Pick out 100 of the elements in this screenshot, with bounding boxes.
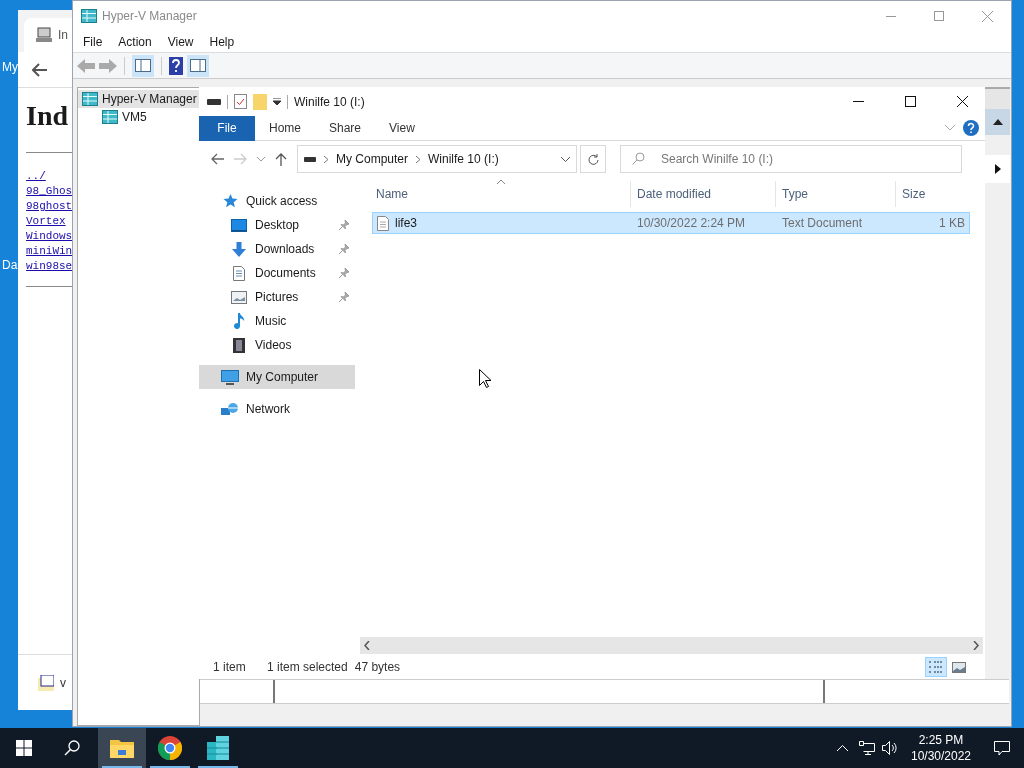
menu-item[interactable]: View [159, 32, 202, 51]
details-view-button[interactable] [925, 657, 947, 677]
file-link[interactable]: Vortex [26, 214, 66, 229]
text-file-icon [377, 215, 389, 231]
search-field[interactable]: Search Winilfe 10 (I:) [620, 145, 962, 173]
nav-item[interactable]: Music [199, 309, 355, 333]
clock[interactable]: 2:25 PM 10/30/2022 [902, 732, 980, 764]
details-list-icon [929, 661, 943, 673]
nav-item[interactable]: Pictures [199, 285, 355, 309]
cursor-icon [479, 369, 491, 388]
nav-item[interactable]: Network [199, 397, 355, 421]
servers-icon [82, 92, 98, 106]
computer-icon [221, 369, 239, 385]
picture-icon [231, 290, 247, 304]
pane-toggle-button[interactable] [132, 54, 154, 77]
chevron-down-icon[interactable] [561, 156, 570, 162]
column-header[interactable]: Date modified [630, 181, 775, 207]
selection-status: 1 item selected [267, 659, 348, 676]
disc-image-icon [38, 674, 54, 691]
refresh-button[interactable] [580, 145, 606, 173]
back-arrow-icon[interactable] [32, 62, 48, 77]
browser-icon [158, 736, 182, 760]
file-row[interactable]: life3 10/30/2022 2:24 PM Text Document 1 KB [372, 212, 970, 234]
horizontal-scrollbar[interactable] [360, 637, 983, 654]
pane-icon [135, 59, 151, 72]
document-icon [233, 265, 245, 281]
chevron-left-icon[interactable] [364, 641, 370, 650]
ribbon-tab[interactable]: Share [315, 115, 376, 141]
nav-item[interactable]: Videos [199, 333, 355, 357]
table-cell-text: 10/30/2022 2:24 PM [636, 215, 747, 232]
sort-caret-icon [497, 179, 505, 184]
menu-item[interactable]: Help [201, 32, 243, 51]
music-note-icon [233, 313, 245, 329]
table-cell-text: Text Document [781, 215, 864, 232]
close-icon [981, 10, 993, 22]
nav-item[interactable]: Quick access [199, 189, 355, 213]
breadcrumb-item[interactable]: My Computer [336, 150, 409, 168]
scroll-up-button[interactable] [985, 109, 1010, 135]
ribbon-tab[interactable]: View [375, 115, 429, 141]
file-link[interactable]: 98ghost [26, 199, 72, 214]
tree-item[interactable]: VM5 [78, 108, 199, 126]
address-bar[interactable]: My Computer Winilfe 10 (I:) [297, 145, 577, 173]
star-icon [222, 194, 238, 208]
caret-up-icon [992, 119, 1003, 125]
chevron-right-icon[interactable] [973, 641, 979, 650]
page-heading: Ind [26, 99, 70, 133]
dropdown-icon[interactable] [273, 98, 281, 105]
item-count: 1 item [213, 659, 247, 676]
nav-item[interactable]: Documents [199, 261, 355, 285]
search-icon [632, 152, 645, 165]
down-arrow-icon [232, 241, 246, 257]
taskbar-app[interactable] [98, 728, 146, 768]
computer-icon [36, 27, 52, 43]
nav-item[interactable]: Desktop [199, 213, 355, 237]
column-header[interactable]: Type [775, 181, 895, 207]
servers-icon [81, 9, 97, 23]
scroll-right-button[interactable] [985, 155, 1010, 183]
thumbnail-icon [952, 661, 966, 673]
breadcrumb-item[interactable]: Winilfe 10 (I:) [428, 150, 499, 168]
menu-item[interactable]: File [75, 32, 111, 51]
file-link[interactable]: Windows [26, 229, 72, 244]
drive-icon [304, 156, 316, 162]
drive-icon [207, 98, 221, 105]
tree-item[interactable]: Hyper-V Manager [78, 90, 199, 108]
file-link[interactable]: win98se [26, 259, 72, 274]
window-title: Winilfe 10 (I:) [294, 93, 365, 111]
close-icon [956, 96, 968, 107]
maximize-icon [934, 11, 944, 21]
file-link[interactable]: 98_Ghos [26, 184, 72, 199]
ribbon-tab[interactable]: Home [255, 115, 315, 141]
servers-icon [207, 736, 229, 760]
file-link[interactable]: ../ [26, 169, 46, 184]
caret-right-icon [994, 164, 1001, 174]
minimize-icon [852, 101, 864, 102]
column-header[interactable]: Name [370, 181, 630, 207]
network-icon[interactable] [859, 741, 875, 755]
nav-item[interactable]: My Computer [199, 365, 355, 389]
speech-bubble-icon [994, 740, 1010, 756]
browser-tab[interactable]: In [24, 18, 72, 52]
desktop-icon-label: My [2, 59, 18, 76]
file-link[interactable]: miniWin [26, 244, 72, 259]
back-arrow-icon[interactable] [211, 153, 224, 165]
chevron-up-icon[interactable] [837, 745, 848, 751]
pane-icon [190, 59, 206, 72]
action-pane-button[interactable] [187, 54, 209, 77]
help-icon[interactable] [169, 56, 183, 75]
nav-item[interactable]: Downloads [199, 237, 355, 261]
help-icon[interactable] [963, 120, 979, 136]
file-name: life3 [395, 215, 417, 232]
speaker-icon[interactable] [882, 741, 898, 755]
windows-logo-icon [16, 740, 32, 756]
chevron-right-icon [324, 155, 328, 163]
ribbon-tab[interactable]: File [199, 115, 255, 141]
download-label: v [60, 674, 66, 692]
properties-icon[interactable] [234, 94, 247, 109]
menu-item[interactable]: Action [110, 32, 160, 51]
up-arrow-icon[interactable] [275, 152, 287, 166]
selection-size: 47 bytes [354, 659, 401, 676]
column-header[interactable]: Size [895, 181, 973, 207]
table-cell-text: 1 KB [938, 215, 966, 232]
